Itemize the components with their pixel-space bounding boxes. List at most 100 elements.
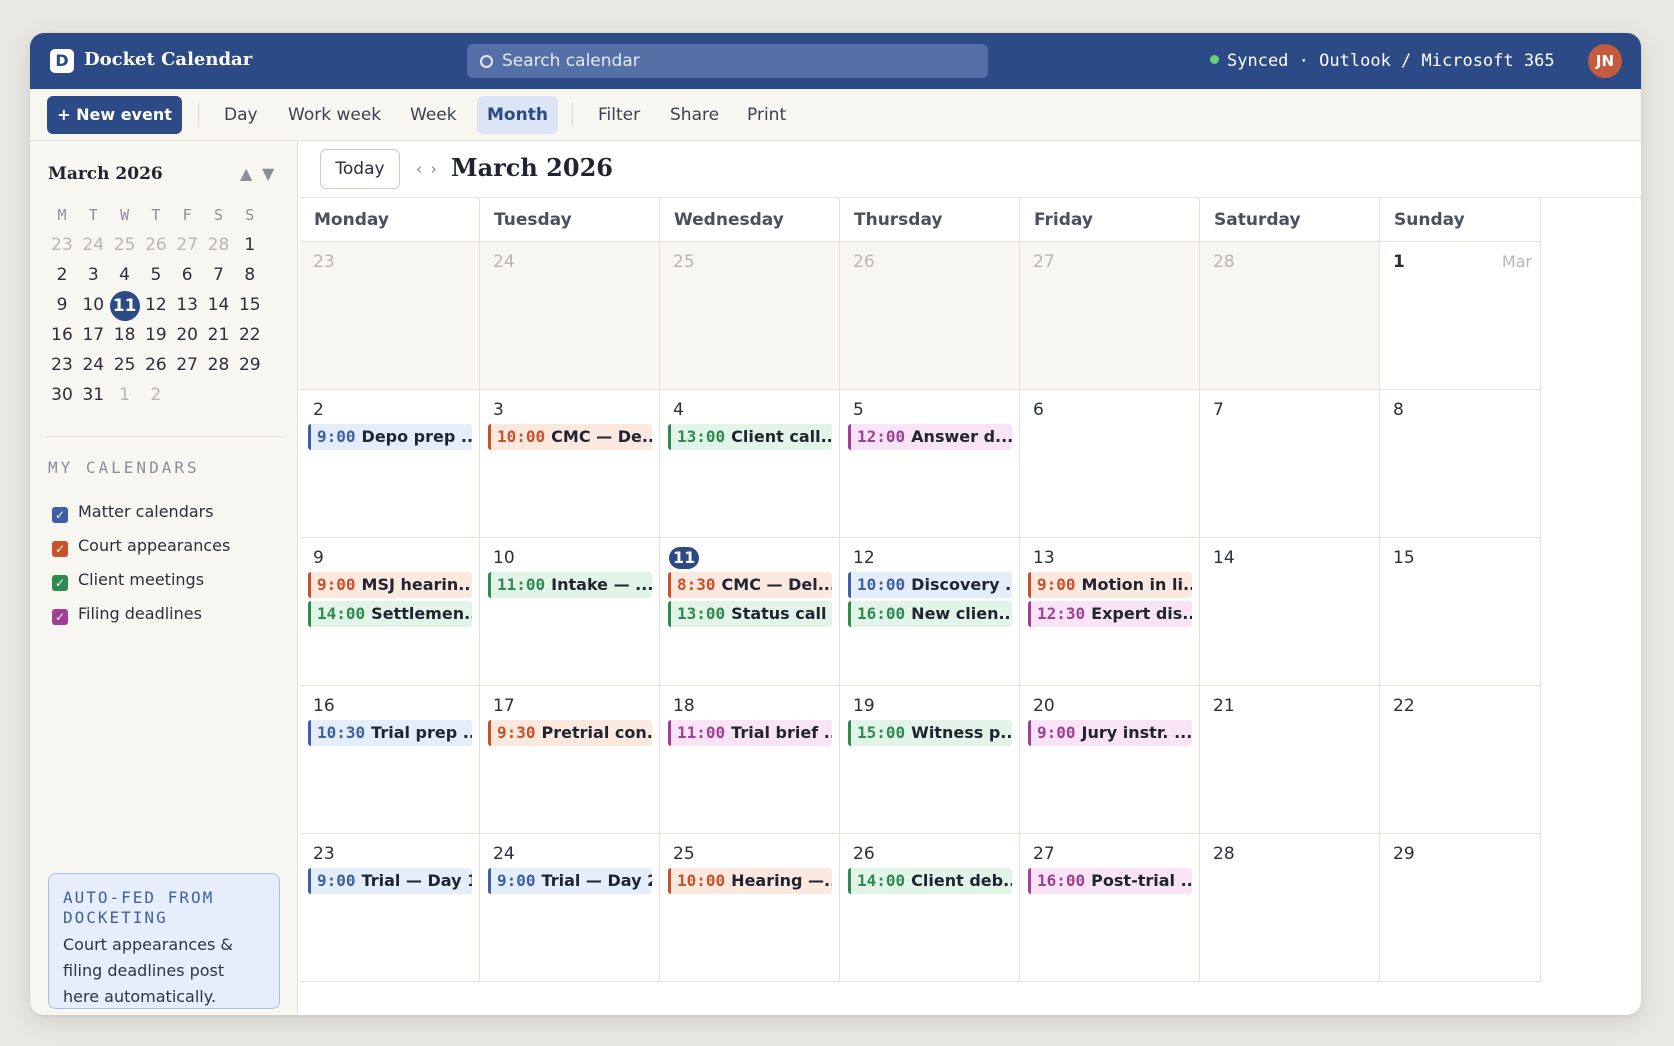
event-chip[interactable]: 14:00 Settlemen...	[308, 601, 472, 627]
day-cell[interactable]: 10 11:00 Intake — ...	[480, 538, 660, 686]
mini-day[interactable]: 23	[46, 351, 78, 379]
day-cell[interactable]: 5 12:00 Answer d...	[840, 390, 1020, 538]
day-cell[interactable]: 27 16:00 Post-trial ...	[1020, 834, 1200, 982]
day-cell[interactable]: 6	[1020, 390, 1200, 538]
mini-day[interactable]: 7	[203, 261, 235, 289]
day-cell[interactable]: 18 11:00 Trial brief ...	[660, 686, 840, 834]
mini-day[interactable]: 21	[203, 321, 235, 349]
mini-day[interactable]: 27	[171, 231, 203, 259]
mini-day[interactable]: 17	[77, 321, 109, 349]
day-cell[interactable]: 14	[1200, 538, 1380, 686]
day-cell[interactable]: 4 13:00 Client call...	[660, 390, 840, 538]
calendar-toggle[interactable]: ✓ Filing deadlines	[52, 602, 202, 626]
mini-day[interactable]: 30	[46, 381, 78, 409]
mini-day[interactable]: 6	[171, 261, 203, 289]
day-cell[interactable]: 13 9:00 Motion in li... 12:30 Expert dis...	[1020, 538, 1200, 686]
calendar-toggle[interactable]: ✓ Client meetings	[52, 568, 204, 592]
day-cell[interactable]: 12 10:00 Discovery ... 16:00 New clien...	[840, 538, 1020, 686]
day-cell[interactable]: 22	[1380, 686, 1541, 834]
month-nav-arrows-icon[interactable]: ‹ ›	[416, 157, 439, 181]
event-chip[interactable]: 14:00 Client deb...	[848, 868, 1012, 894]
share-button[interactable]: Share	[660, 96, 729, 134]
event-chip[interactable]: 9:00 Trial — Day 2	[488, 868, 652, 894]
day-cell[interactable]: 24	[480, 242, 660, 390]
mini-day[interactable]: 26	[140, 231, 172, 259]
mini-day[interactable]: 1	[109, 381, 141, 409]
mini-day[interactable]: 8	[234, 261, 266, 289]
day-cell[interactable]: 24 9:00 Trial — Day 2	[480, 834, 660, 982]
today-button[interactable]: Today	[320, 149, 400, 189]
day-cell[interactable]: 16 10:30 Trial prep ...	[300, 686, 480, 834]
event-chip[interactable]: 11:00 Intake — ...	[488, 572, 652, 598]
mini-day[interactable]: 9	[46, 291, 78, 319]
event-chip[interactable]: 8:30 CMC — Del...	[668, 572, 832, 598]
mini-day[interactable]: 25	[109, 351, 141, 379]
mini-day[interactable]: 5	[140, 261, 172, 289]
mini-day[interactable]: 18	[109, 321, 141, 349]
day-cell[interactable]: 17 9:30 Pretrial con...	[480, 686, 660, 834]
search-input[interactable]: Search calendar	[467, 44, 988, 78]
mini-day[interactable]: 23	[46, 231, 78, 259]
view-month-button[interactable]: Month	[477, 96, 558, 134]
calendar-toggle[interactable]: ✓ Matter calendars	[52, 500, 214, 524]
event-chip[interactable]: 15:00 Witness p...	[848, 720, 1012, 746]
filter-button[interactable]: Filter	[588, 96, 650, 134]
day-cell[interactable]: 25	[660, 242, 840, 390]
mini-day[interactable]: 22	[234, 321, 266, 349]
mini-day[interactable]: 2	[140, 381, 172, 409]
event-chip[interactable]: 9:00 Depo prep ...	[308, 424, 472, 450]
checkbox-icon[interactable]: ✓	[52, 575, 68, 591]
day-cell[interactable]: 28	[1200, 242, 1380, 390]
event-chip[interactable]: 16:00 Post-trial ...	[1028, 868, 1192, 894]
event-chip[interactable]: 13:00 Status call	[668, 601, 832, 627]
event-chip[interactable]: 12:30 Expert dis...	[1028, 601, 1192, 627]
view-week-button[interactable]: Week	[400, 96, 467, 134]
day-cell[interactable]: 3 10:00 CMC — De...	[480, 390, 660, 538]
day-cell[interactable]: 2 9:00 Depo prep ...	[300, 390, 480, 538]
mini-day[interactable]: 14	[203, 291, 235, 319]
event-chip[interactable]: 13:00 Client call...	[668, 424, 832, 450]
event-chip[interactable]: 12:00 Answer d...	[848, 424, 1012, 450]
day-cell[interactable]: 20 9:00 Jury instr. ...	[1020, 686, 1200, 834]
mini-day[interactable]: 19	[140, 321, 172, 349]
mini-day[interactable]: 26	[140, 351, 172, 379]
mini-day[interactable]: 15	[234, 291, 266, 319]
event-chip[interactable]: 10:00 CMC — De...	[488, 424, 652, 450]
mini-next-month-icon[interactable]: ▼	[262, 163, 274, 185]
mini-prev-month-icon[interactable]: ▲	[240, 163, 252, 185]
event-chip[interactable]: 9:00 MSJ hearin...	[308, 572, 472, 598]
day-cell[interactable]: 26 14:00 Client deb...	[840, 834, 1020, 982]
mini-day[interactable]: 13	[171, 291, 203, 319]
day-cell[interactable]: 27	[1020, 242, 1200, 390]
day-cell[interactable]: 8	[1380, 390, 1541, 538]
event-chip[interactable]: 9:00 Trial — Day 1	[308, 868, 472, 894]
calendar-toggle[interactable]: ✓ Court appearances	[52, 534, 230, 558]
mini-day[interactable]: 2	[46, 261, 78, 289]
checkbox-icon[interactable]: ✓	[52, 609, 68, 625]
day-cell[interactable]: 25 10:00 Hearing —...	[660, 834, 840, 982]
mini-day[interactable]: 31	[77, 381, 109, 409]
print-button[interactable]: Print	[737, 96, 796, 134]
event-chip[interactable]: 16:00 New clien...	[848, 601, 1012, 627]
event-chip[interactable]: 9:30 Pretrial con...	[488, 720, 652, 746]
mini-day[interactable]: 20	[171, 321, 203, 349]
event-chip[interactable]: 10:00 Hearing —...	[668, 868, 832, 894]
checkbox-icon[interactable]: ✓	[52, 541, 68, 557]
event-chip[interactable]: 11:00 Trial brief ...	[668, 720, 832, 746]
view-work-week-button[interactable]: Work week	[278, 96, 391, 134]
mini-day[interactable]: 28	[203, 351, 235, 379]
day-cell[interactable]: 9 9:00 MSJ hearin... 14:00 Settlemen...	[300, 538, 480, 686]
mini-day[interactable]: 24	[77, 231, 109, 259]
mini-day[interactable]: 10	[77, 291, 109, 319]
day-cell[interactable]: 29	[1380, 834, 1541, 982]
user-avatar[interactable]: JN	[1588, 44, 1622, 78]
mini-day[interactable]: 28	[203, 231, 235, 259]
mini-day[interactable]: 25	[109, 231, 141, 259]
day-cell[interactable]: 21	[1200, 686, 1380, 834]
mini-day[interactable]: 4	[109, 261, 141, 289]
checkbox-icon[interactable]: ✓	[52, 507, 68, 523]
view-day-button[interactable]: Day	[214, 96, 268, 134]
event-chip[interactable]: 9:00 Jury instr. ...	[1028, 720, 1192, 746]
mini-day[interactable]: 3	[77, 261, 109, 289]
event-chip[interactable]: 9:00 Motion in li...	[1028, 572, 1192, 598]
